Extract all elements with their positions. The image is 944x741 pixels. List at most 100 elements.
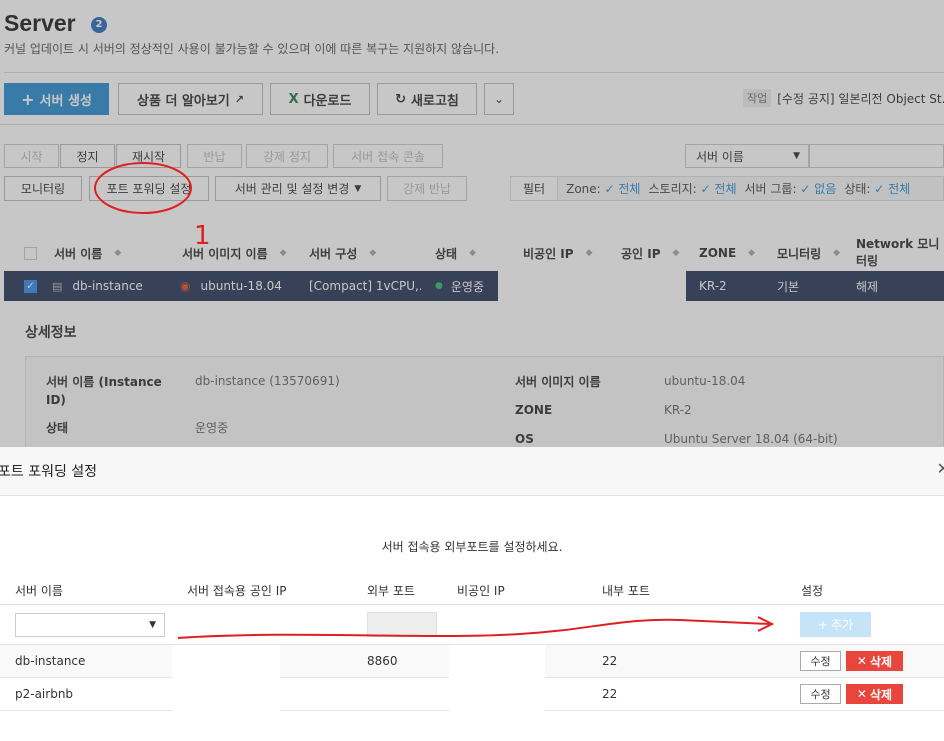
server-page: Server 2 커널 업데이트 시 서버의 정상적인 사용이 불가능할 수 있… (0, 0, 944, 447)
port-forwarding-button[interactable]: 포트 포워딩 설정 (89, 176, 209, 201)
col-zone[interactable]: ZONE ◆ (699, 235, 755, 271)
col-server-name[interactable]: 서버 이름 ◆ (54, 235, 121, 271)
force-stop-button[interactable]: 강제 정지 (246, 144, 328, 168)
redacted-ip (449, 678, 545, 711)
server-icon: ▤ (52, 279, 63, 293)
cell-zone: KR-2 (699, 279, 727, 293)
select-all-checkbox[interactable] (24, 235, 37, 271)
refresh-icon: ↻ (395, 91, 407, 107)
col-network-monitoring[interactable]: Network 모니 터링 (856, 235, 939, 271)
detail-name-key: 서버 이름 (Instance ID) (46, 375, 162, 407)
monitoring-button[interactable]: 모니터링 (4, 176, 82, 201)
ubuntu-icon: ◉ (180, 279, 191, 293)
sort-icon: ◆ (369, 248, 377, 258)
start-button[interactable]: 시작 (4, 144, 59, 168)
col-internal-port: 내부 포트 (602, 584, 650, 598)
close-icon: ✕ (856, 687, 867, 701)
restart-button[interactable]: 재시작 (116, 144, 181, 168)
add-rule-row: ▼ + 추가 (0, 605, 944, 645)
page-title: Server (4, 10, 76, 36)
sort-icon: ◆ (585, 248, 593, 258)
refresh-button[interactable]: ↻ 새로고침 (377, 83, 477, 115)
detail-os-key: OS (515, 432, 534, 446)
filter-status[interactable]: 상태: ✓ 전체 (844, 180, 910, 197)
learn-more-button[interactable]: 상품 더 알아보기 ↗ (118, 83, 263, 115)
sort-icon: ◆ (748, 248, 756, 258)
col-external-port: 외부 포트 (367, 584, 415, 598)
modal-message: 서버 접속용 외부포트를 설정하세요. (381, 540, 563, 554)
row-checkbox[interactable]: ✓ (24, 271, 37, 301)
sort-icon: ◆ (672, 248, 680, 258)
edit-button[interactable]: 수정 (800, 684, 841, 704)
console-button[interactable]: 서버 접속 콘솔 (333, 144, 443, 168)
detail-status-value: 운영중 (195, 421, 229, 435)
cell-monitoring: 기본 (777, 279, 800, 294)
external-port-input[interactable] (367, 612, 437, 637)
detail-image-key: 서버 이미지 이름 (515, 375, 601, 389)
external-link-icon: ↗ (234, 92, 244, 106)
delete-button[interactable]: ✕ 삭제 (846, 684, 903, 704)
col-public-ip[interactable]: 공인 IP ◆ (621, 235, 679, 271)
stop-button[interactable]: 정지 (60, 144, 115, 168)
close-icon: ✕ (856, 654, 867, 668)
redacted-ip (172, 678, 280, 711)
detail-title: 상세정보 (25, 325, 77, 341)
filter-button[interactable]: 필터 (511, 177, 559, 200)
server-manage-button[interactable]: 서버 관리 및 설정 변경 ▼ (215, 176, 381, 201)
redacted-ip (172, 645, 280, 678)
edit-button[interactable]: 수정 (800, 651, 841, 671)
caret-down-icon: ▼ (149, 620, 156, 630)
return-button[interactable]: 반납 (187, 144, 242, 168)
filter-storage[interactable]: 스토리지: ✓ 전체 (648, 180, 736, 197)
force-return-button[interactable]: 강제 반납 (387, 176, 467, 201)
search-input[interactable] (809, 144, 944, 168)
close-icon[interactable]: ✕ (937, 459, 944, 478)
col-private-ip: 비공인 IP (457, 584, 505, 598)
redacted-ip (449, 645, 545, 678)
cell-network-monitoring: 해제 (856, 279, 879, 294)
caret-down-icon: ▼ (354, 183, 362, 194)
cell-server-name: ▤ db-instance (52, 279, 143, 293)
plus-icon: + (21, 89, 35, 109)
redacted-ip (498, 271, 686, 301)
modal-header: 포트 포워딩 설정 ✕ (0, 447, 944, 496)
search-field-select[interactable]: 서버 이름 ▼ (685, 144, 809, 168)
excel-icon: X (288, 91, 299, 107)
server-select[interactable]: ▼ (15, 613, 165, 637)
check-icon: ✓ (24, 279, 37, 293)
caret-down-icon: ▼ (793, 151, 800, 161)
cell-status: ● 운영중 (435, 279, 484, 294)
detail-status-key: 상태 (46, 421, 69, 435)
create-server-button[interactable]: + 서버 생성 (4, 83, 109, 115)
more-dropdown-button[interactable]: ⌄ (484, 83, 514, 115)
divider (4, 72, 944, 73)
plus-icon: + (817, 617, 828, 632)
sort-icon: ◆ (114, 248, 122, 258)
download-button[interactable]: X 다운로드 (270, 83, 370, 115)
rule-server-name: db-instance (15, 654, 86, 668)
col-private-ip[interactable]: 비공인 IP ◆ (523, 235, 592, 271)
col-status[interactable]: 상태 ◆ (435, 235, 476, 271)
col-monitoring[interactable]: 모니터링 ◆ (777, 235, 840, 271)
notice-text: [수정 공지] 일본리전 Object St... (777, 91, 944, 106)
table-row[interactable]: ✓ ▤ db-instance ◉ ubuntu-18.04 [Compact]… (4, 271, 944, 301)
detail-zone-key: ZONE (515, 403, 553, 417)
sort-icon: ◆ (279, 248, 287, 258)
detail-panel: 서버 이름 (Instance ID) db-instance (13570691… (25, 356, 944, 447)
col-spec[interactable]: 서버 구성 ◆ (309, 235, 376, 271)
col-image-name[interactable]: 서버 이미지 이름 ◆ (182, 235, 287, 271)
notice-area[interactable]: 작업 [수정 공지] 일본리전 Object St... (743, 89, 944, 107)
filter-zone[interactable]: Zone: ✓ 전체 (566, 180, 640, 197)
divider (0, 124, 944, 125)
server-table-header: 서버 이름 ◆ 서버 이미지 이름 ◆ 서버 구성 ◆ 상태 ◆ 비공인 IP ◆ 공인 … (4, 235, 944, 271)
cell-spec: [Compact] 1vCPU,... (309, 279, 421, 293)
rule-server-name: p2-airbnb (15, 687, 74, 701)
port-forwarding-modal: 포트 포워딩 설정 ✕ 서버 접속용 외부포트를 설정하세요. 서버 이름 서버… (0, 447, 944, 741)
rule-external-port: 8860 (367, 654, 398, 668)
filter-server-group[interactable]: 서버 그룹: ✓ 없음 (745, 180, 837, 197)
delete-button[interactable]: ✕ 삭제 (846, 651, 903, 671)
rule-internal-port: 22 (602, 654, 618, 668)
status-dot-icon: ● (435, 281, 443, 291)
detail-name-value: db-instance (13570691) (195, 374, 340, 388)
add-button[interactable]: + 추가 (800, 612, 871, 637)
